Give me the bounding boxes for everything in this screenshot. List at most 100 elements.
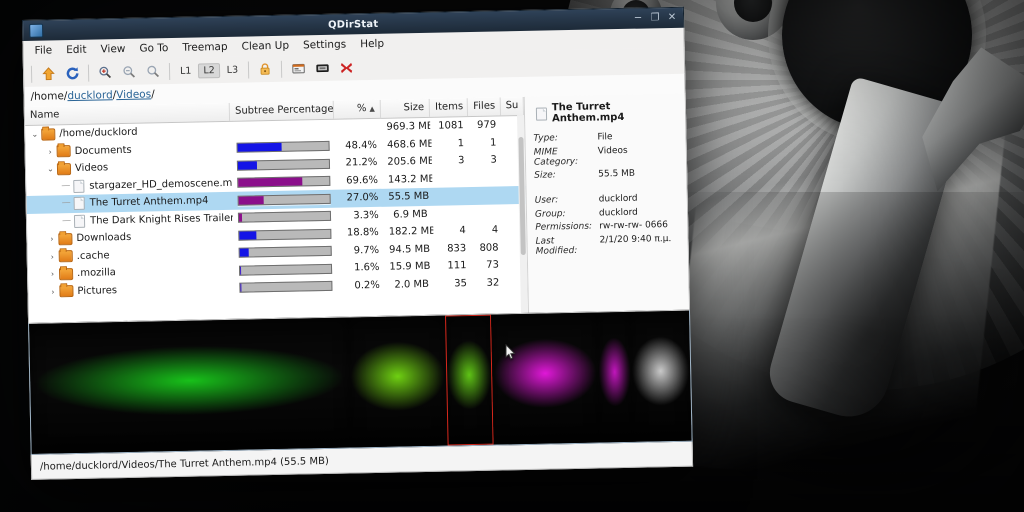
row-size-cell: 55.5 MB bbox=[383, 188, 432, 206]
breadcrumb-prefix: /home bbox=[30, 90, 64, 103]
stargazer-tile[interactable] bbox=[491, 313, 599, 445]
details-fields: Type: File MIME Category: Videos Size: 5… bbox=[533, 131, 679, 256]
minimize-button[interactable]: − bbox=[633, 14, 643, 24]
chevron-down-icon[interactable]: ⌄ bbox=[46, 160, 55, 178]
toolbar-separator-1 bbox=[88, 64, 89, 81]
chevron-right-icon[interactable]: › bbox=[48, 248, 57, 266]
folder-icon bbox=[58, 233, 72, 245]
chevron-right-icon[interactable]: › bbox=[45, 143, 54, 161]
downloads-tile[interactable] bbox=[348, 316, 447, 448]
padlock-icon bbox=[258, 62, 272, 76]
file-manager-button[interactable] bbox=[310, 57, 334, 79]
zoom-out-button[interactable] bbox=[117, 61, 141, 83]
menu-settings[interactable]: Settings bbox=[296, 36, 353, 53]
column-header-su[interactable]: Su bbox=[500, 97, 523, 115]
row-items-cell: 4 bbox=[433, 222, 471, 240]
directory-tree-view[interactable]: Name Subtree Percentage %▲ Size Items Fi… bbox=[25, 97, 529, 323]
treemap-view[interactable] bbox=[28, 310, 693, 455]
row-percentage-bar-cell bbox=[234, 277, 338, 297]
row-percent-cell: 69.6% bbox=[336, 171, 384, 189]
subtree-percentage-bar-fill bbox=[237, 143, 281, 152]
column-header-files[interactable]: Files bbox=[468, 97, 501, 116]
zoom-in-button[interactable] bbox=[93, 61, 117, 83]
go-up-button[interactable] bbox=[36, 62, 60, 84]
details-value-user: ducklord bbox=[599, 193, 679, 205]
row-name-label: /home/ducklord bbox=[59, 124, 138, 143]
row-percent-cell: 0.2% bbox=[337, 276, 385, 294]
up-arrow-icon bbox=[40, 66, 55, 81]
details-value-last-modified: 2/1/20 9:40 π.μ. bbox=[599, 233, 679, 255]
level-l2-button[interactable]: L2 bbox=[198, 63, 220, 78]
column-header-size[interactable]: Size bbox=[381, 99, 431, 118]
row-size-cell: 15.9 MB bbox=[384, 258, 433, 276]
chevron-right-icon[interactable]: › bbox=[47, 230, 56, 248]
file-icon bbox=[73, 180, 84, 193]
level-l3-button[interactable]: L3 bbox=[222, 62, 244, 77]
breadcrumb-link-videos[interactable]: Videos bbox=[116, 88, 151, 101]
table-body: ⌄/home/ducklord969.3 MB1081979›Documents… bbox=[25, 116, 527, 301]
mouse-cursor bbox=[505, 344, 516, 360]
magnifier-icon bbox=[146, 64, 160, 78]
chevron-right-icon[interactable]: › bbox=[48, 265, 57, 283]
row-files-cell: 4 bbox=[471, 221, 504, 239]
main-area: Name Subtree Percentage %▲ Size Items Fi… bbox=[24, 94, 690, 323]
level-l1-button[interactable]: L1 bbox=[175, 63, 197, 78]
lock-button[interactable] bbox=[253, 58, 277, 80]
subtree-percentage-bar bbox=[238, 211, 331, 223]
row-name-label: Pictures bbox=[77, 282, 117, 300]
subtree-percentage-bar-fill bbox=[239, 231, 256, 239]
details-value-size: 55.5 MB bbox=[598, 168, 678, 180]
row-percentage-bar-cell bbox=[233, 242, 337, 262]
tree-branch-line: — bbox=[62, 213, 71, 231]
menu-clean-up[interactable]: Clean Up bbox=[234, 38, 296, 55]
tree-scrollbar-thumb[interactable] bbox=[518, 137, 525, 255]
chevron-down-icon[interactable]: ⌄ bbox=[30, 126, 39, 144]
menu-file[interactable]: File bbox=[27, 42, 59, 59]
menu-edit[interactable]: Edit bbox=[59, 42, 94, 59]
details-key-permissions: Permissions: bbox=[535, 222, 593, 233]
open-terminal-button[interactable] bbox=[286, 57, 310, 79]
row-name-cell: › Pictures bbox=[28, 279, 234, 301]
breadcrumb-link-ducklord[interactable]: ducklord bbox=[67, 89, 113, 102]
details-key-type: Type: bbox=[533, 133, 591, 144]
mozilla-tile[interactable] bbox=[630, 311, 692, 442]
row-percentage-bar-cell bbox=[230, 120, 334, 140]
column-header-items[interactable]: Items bbox=[430, 98, 468, 117]
tree-branch-line: — bbox=[62, 195, 71, 213]
menu-go-to[interactable]: Go To bbox=[132, 40, 175, 57]
cache-tile[interactable] bbox=[597, 312, 633, 443]
row-files-cell: 979 bbox=[469, 116, 502, 134]
row-size-cell: 2.0 MB bbox=[385, 275, 434, 293]
row-percent-cell: 1.6% bbox=[337, 259, 385, 277]
chevron-right-icon[interactable]: › bbox=[48, 283, 57, 301]
row-size-cell: 143.2 MB bbox=[383, 170, 432, 188]
row-percent-cell: 9.7% bbox=[337, 241, 385, 259]
file-icon bbox=[536, 107, 547, 120]
details-title: The Turret Anthem.mp4 bbox=[533, 100, 677, 125]
details-value-mime: Videos bbox=[598, 144, 678, 166]
menu-view[interactable]: View bbox=[93, 41, 132, 58]
subtree-percentage-bar-fill bbox=[239, 196, 264, 204]
close-button[interactable]: ✕ bbox=[667, 13, 677, 23]
subtree-percentage-bar bbox=[237, 159, 330, 171]
documents-tile[interactable] bbox=[29, 318, 351, 454]
column-header-percent[interactable]: %▲ bbox=[333, 100, 381, 119]
row-size-cell: 6.9 MB bbox=[383, 205, 432, 223]
menu-treemap[interactable]: Treemap bbox=[175, 39, 235, 56]
window-controls: − ❐ ✕ bbox=[633, 13, 677, 24]
folder-icon bbox=[59, 285, 73, 297]
details-value-type: File bbox=[597, 131, 677, 143]
zoom-reset-button[interactable] bbox=[141, 60, 165, 82]
row-items-cell: 833 bbox=[433, 240, 471, 258]
column-header-subtree-percentage[interactable]: Subtree Percentage bbox=[230, 101, 334, 121]
row-percentage-bar-cell bbox=[232, 155, 336, 175]
details-title-text: The Turret Anthem.mp4 bbox=[552, 100, 677, 125]
turret-tile[interactable] bbox=[445, 315, 494, 446]
toolbar-separator-3 bbox=[248, 61, 249, 78]
delete-button[interactable] bbox=[334, 56, 358, 78]
qdirstat-window: QDirStat − ❐ ✕ File Edit View Go To Tree… bbox=[22, 7, 693, 475]
menu-help[interactable]: Help bbox=[353, 36, 391, 53]
row-items-cell bbox=[433, 205, 471, 223]
maximize-button[interactable]: ❐ bbox=[650, 13, 660, 23]
refresh-button[interactable] bbox=[60, 62, 84, 84]
